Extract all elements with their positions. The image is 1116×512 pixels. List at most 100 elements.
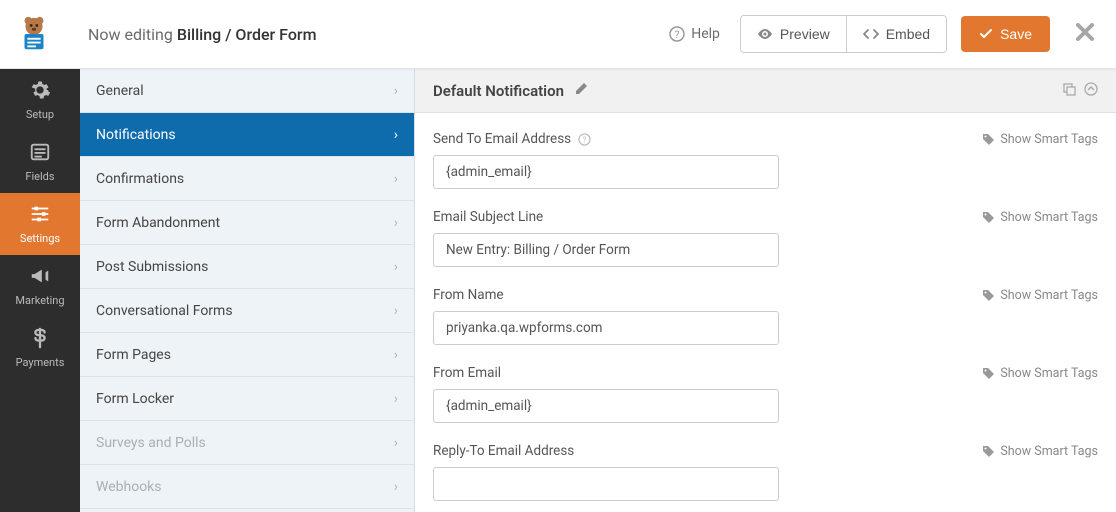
- sidenav-item-label: Setup: [26, 108, 54, 121]
- tag-icon: [982, 211, 995, 224]
- help-label: Help: [691, 26, 720, 42]
- field-input-2[interactable]: [433, 311, 779, 345]
- main-panel: Default Notification Send To Email Addre…: [415, 69, 1116, 512]
- submenu-item-confirmations[interactable]: Confirmations ›: [80, 157, 414, 201]
- field-input-1[interactable]: [433, 233, 779, 267]
- wpforms-logo: [14, 14, 54, 54]
- field-label: From Email: [433, 365, 501, 381]
- sidenav-item-label: Settings: [20, 232, 60, 245]
- notification-title: Default Notification: [433, 82, 564, 100]
- pencil-icon: [574, 82, 588, 96]
- field-row: Reply-To Email Address Show Smart Tags: [433, 443, 1098, 501]
- preview-button[interactable]: Preview: [741, 16, 846, 52]
- show-smart-tags[interactable]: Show Smart Tags: [982, 132, 1098, 147]
- field-label: Reply-To Email Address: [433, 443, 574, 459]
- field-row: Send To Email Address? Show Smart Tags: [433, 131, 1098, 189]
- tag-icon: [982, 133, 995, 146]
- edit-title-button[interactable]: [574, 81, 588, 100]
- show-smart-tags[interactable]: Show Smart Tags: [982, 210, 1098, 225]
- sidenav-item-settings[interactable]: Settings: [0, 193, 80, 255]
- topbar: Now editing Billing / Order Form ? Help …: [0, 0, 1116, 69]
- close-icon: [1074, 21, 1096, 43]
- gear-icon: [29, 79, 51, 104]
- embed-button[interactable]: Embed: [846, 16, 946, 52]
- chevron-right-icon: ›: [394, 391, 398, 407]
- submenu-item-label: Notifications: [96, 127, 176, 143]
- notification-body: Send To Email Address?Show Smart TagsEma…: [415, 113, 1116, 512]
- bullhorn-icon: [29, 265, 51, 290]
- submenu-item-conversational-forms[interactable]: Conversational Forms ›: [80, 289, 414, 333]
- chevron-right-icon: ›: [394, 215, 398, 231]
- field-input-4[interactable]: [433, 467, 779, 501]
- field-input-0[interactable]: [433, 155, 779, 189]
- submenu-item-webhooks: Webhooks ›: [80, 465, 414, 509]
- svg-text:?: ?: [675, 30, 680, 41]
- form-name: Billing / Order Form: [177, 25, 317, 44]
- sidenav-item-label: Fields: [25, 170, 54, 183]
- chevron-right-icon: ›: [394, 171, 398, 187]
- field-label: Email Subject Line: [433, 209, 543, 225]
- chevron-right-icon: ›: [394, 127, 398, 143]
- submenu-item-label: Surveys and Polls: [96, 435, 206, 451]
- submenu-item-form-locker[interactable]: Form Locker ›: [80, 377, 414, 421]
- chevron-right-icon: ›: [394, 303, 398, 319]
- close-button[interactable]: [1074, 21, 1096, 47]
- field-label: Send To Email Address?: [433, 131, 591, 147]
- submenu-item-label: Form Pages: [96, 347, 171, 363]
- dollar-icon: [29, 327, 51, 352]
- settings-submenu: General›Notifications›Confirmations›Form…: [80, 69, 415, 512]
- copy-icon: [1062, 82, 1076, 96]
- field-row: From Email Show Smart Tags: [433, 365, 1098, 423]
- list-icon: [29, 141, 51, 166]
- submenu-item-label: Post Submissions: [96, 259, 208, 275]
- submenu-item-label: Webhooks: [96, 479, 162, 495]
- submenu-item-label: Form Locker: [96, 391, 174, 407]
- now-editing-label: Now editing: [88, 25, 173, 44]
- submenu-item-label: Confirmations: [96, 171, 184, 187]
- help-link[interactable]: ? Help: [655, 26, 734, 42]
- duplicate-button[interactable]: [1062, 81, 1076, 100]
- submenu-item-label: Form Abandonment: [96, 215, 220, 231]
- sidenav-item-payments[interactable]: Payments: [0, 317, 80, 379]
- now-editing: Now editing Billing / Order Form: [88, 25, 317, 44]
- chevron-right-icon: ›: [394, 479, 398, 495]
- submenu-item-notifications[interactable]: Notifications ›: [80, 113, 414, 157]
- submenu-item-form-abandonment[interactable]: Form Abandonment ›: [80, 201, 414, 245]
- sidenav-item-label: Payments: [16, 356, 65, 369]
- embed-label: Embed: [886, 26, 930, 42]
- code-icon: [863, 26, 879, 42]
- submenu-item-label: Conversational Forms: [96, 303, 233, 319]
- svg-text:?: ?: [582, 135, 586, 144]
- sidenav-item-setup[interactable]: Setup: [0, 69, 80, 131]
- save-button[interactable]: Save: [961, 16, 1050, 52]
- collapse-button[interactable]: [1084, 81, 1098, 100]
- submenu-item-form-pages[interactable]: Form Pages ›: [80, 333, 414, 377]
- show-smart-tags[interactable]: Show Smart Tags: [982, 366, 1098, 381]
- preview-label: Preview: [780, 26, 830, 42]
- eye-icon: [757, 26, 773, 42]
- check-icon: [979, 27, 993, 41]
- submenu-item-general[interactable]: General›: [80, 69, 414, 113]
- chevron-right-icon: ›: [394, 259, 398, 275]
- submenu-item-surveys-and-polls: Surveys and Polls›: [80, 421, 414, 465]
- tag-icon: [982, 445, 995, 458]
- tag-icon: [982, 289, 995, 302]
- sidenav-item-marketing[interactable]: Marketing: [0, 255, 80, 317]
- sidenav-item-fields[interactable]: Fields: [0, 131, 80, 193]
- field-input-3[interactable]: [433, 389, 779, 423]
- show-smart-tags[interactable]: Show Smart Tags: [982, 444, 1098, 459]
- field-row: Email Subject Line Show Smart Tags: [433, 209, 1098, 267]
- show-smart-tags[interactable]: Show Smart Tags: [982, 288, 1098, 303]
- save-label: Save: [1000, 26, 1032, 42]
- notification-header: Default Notification: [415, 69, 1116, 113]
- help-icon: ?: [669, 26, 685, 42]
- tag-icon: [982, 367, 995, 380]
- chevron-up-circle-icon: [1084, 82, 1098, 96]
- help-tooltip-icon[interactable]: ?: [577, 132, 591, 146]
- submenu-item-post-submissions[interactable]: Post Submissions ›: [80, 245, 414, 289]
- field-label: From Name: [433, 287, 504, 303]
- field-row: From Name Show Smart Tags: [433, 287, 1098, 345]
- sliders-icon: [29, 203, 51, 228]
- submenu-item-label: General: [96, 83, 144, 99]
- chevron-right-icon: ›: [394, 347, 398, 363]
